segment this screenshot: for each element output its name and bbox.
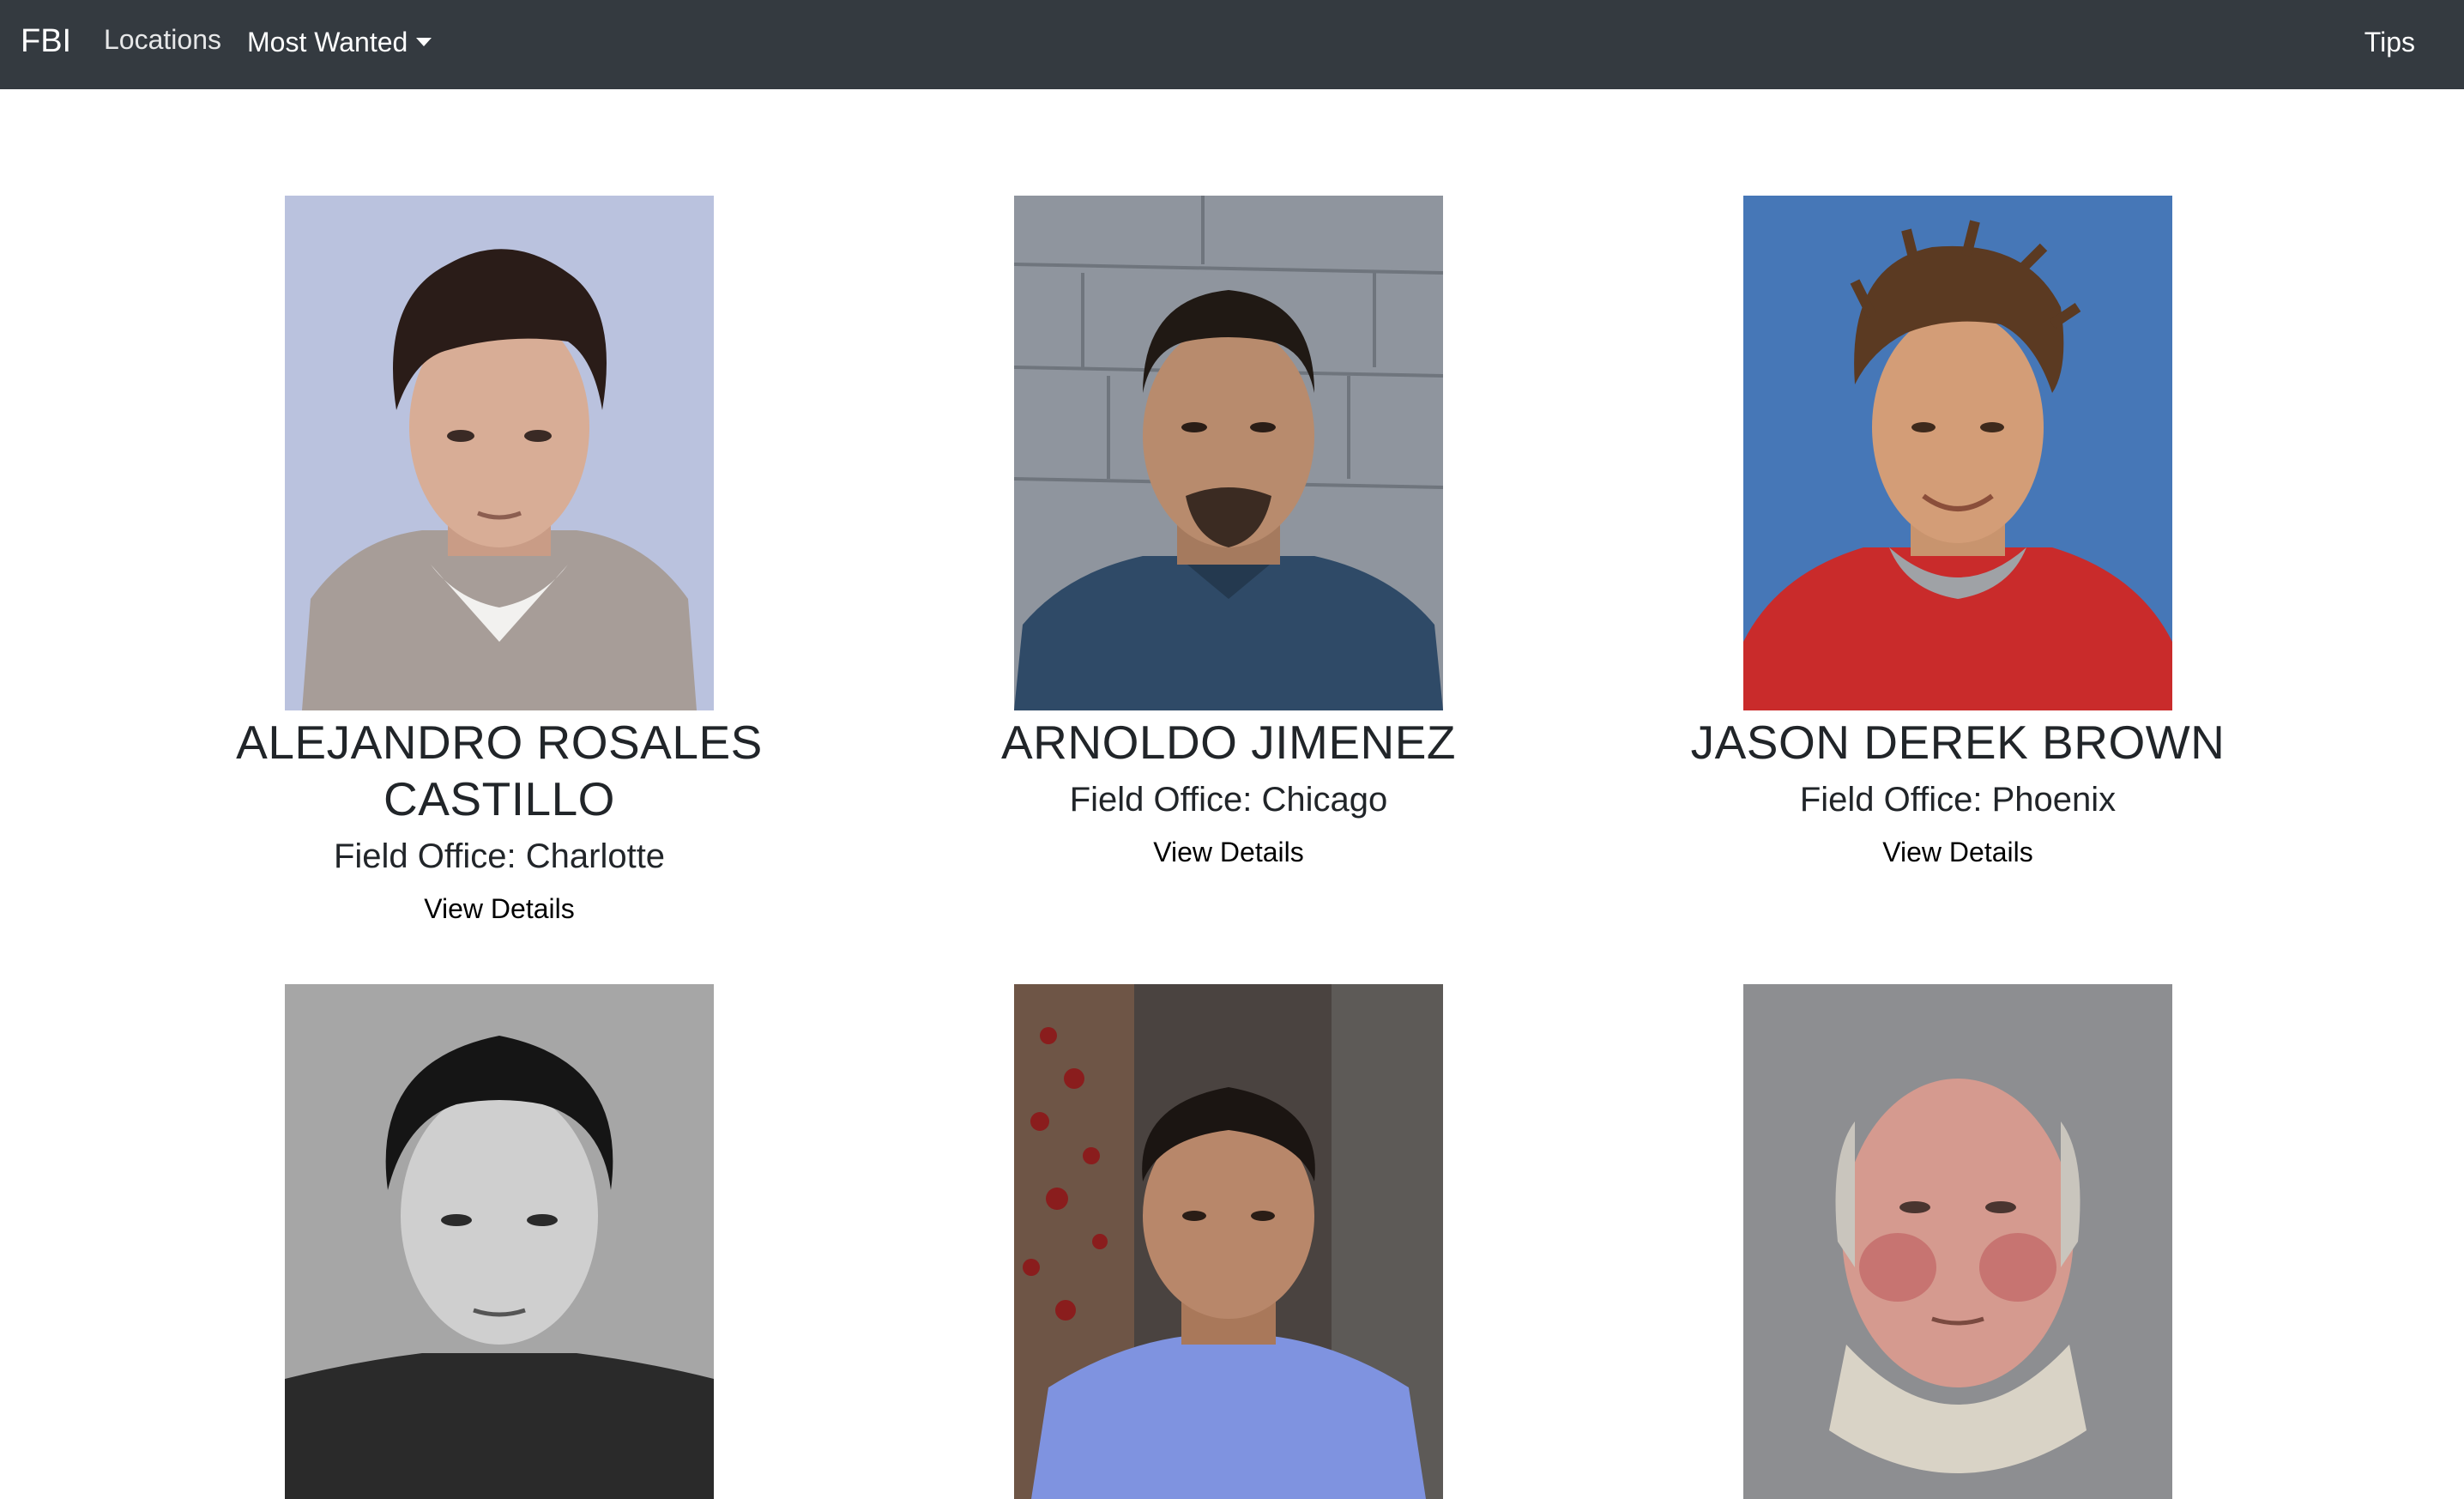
wanted-photo[interactable] (285, 984, 714, 1499)
field-office: Field Office: Charlotte (333, 837, 666, 875)
wanted-photo[interactable] (285, 196, 714, 710)
person-name: ARNOLDO JIMENEZ (1000, 716, 1457, 769)
photo-image (1743, 984, 2172, 1499)
chevron-down-icon (416, 38, 432, 46)
wanted-card: ALEJANDRO ROSALES CASTILLO Field Office:… (199, 196, 800, 927)
nav-locations[interactable]: Locations (104, 22, 221, 57)
wanted-photo[interactable] (1743, 196, 2172, 710)
view-details-link[interactable]: View Details (1882, 834, 2032, 870)
wanted-grid: ALEJANDRO ROSALES CASTILLO Field Office:… (0, 89, 2464, 1499)
wanted-card: JASON DEREK BROWN Field Office: Phoenix … (1658, 196, 2258, 870)
wanted-card (199, 984, 800, 1499)
field-office: Field Office: Chicago (1069, 781, 1388, 819)
wanted-photo[interactable] (1014, 196, 1443, 710)
wanted-card (1658, 984, 2258, 1499)
nav-most-wanted-label: Most Wanted (247, 27, 408, 57)
photo-image (285, 984, 714, 1499)
wanted-card (928, 984, 1529, 1499)
field-office: Field Office: Phoenix (1799, 781, 2117, 819)
wanted-photo[interactable] (1743, 984, 2172, 1499)
photo-image (1014, 196, 1443, 710)
wanted-card: ARNOLDO JIMENEZ Field Office: Chicago Vi… (928, 196, 1529, 870)
photo-image (1014, 984, 1443, 1499)
view-details-link[interactable]: View Details (424, 891, 574, 927)
top-navbar: FBI Locations Most Wanted Tips (0, 0, 2464, 89)
person-name: ALEJANDRO ROSALES CASTILLO (236, 716, 763, 825)
wanted-photo[interactable] (1014, 984, 1443, 1499)
view-details-link[interactable]: View Details (1153, 834, 1303, 870)
person-name: JASON DEREK BROWN (1690, 716, 2225, 769)
photo-image (1743, 196, 2172, 710)
nav-most-wanted-dropdown[interactable]: Most Wanted (247, 25, 432, 59)
nav-tips[interactable]: Tips (2364, 25, 2415, 59)
brand-logo[interactable]: FBI (21, 21, 71, 62)
photo-image (285, 196, 714, 710)
